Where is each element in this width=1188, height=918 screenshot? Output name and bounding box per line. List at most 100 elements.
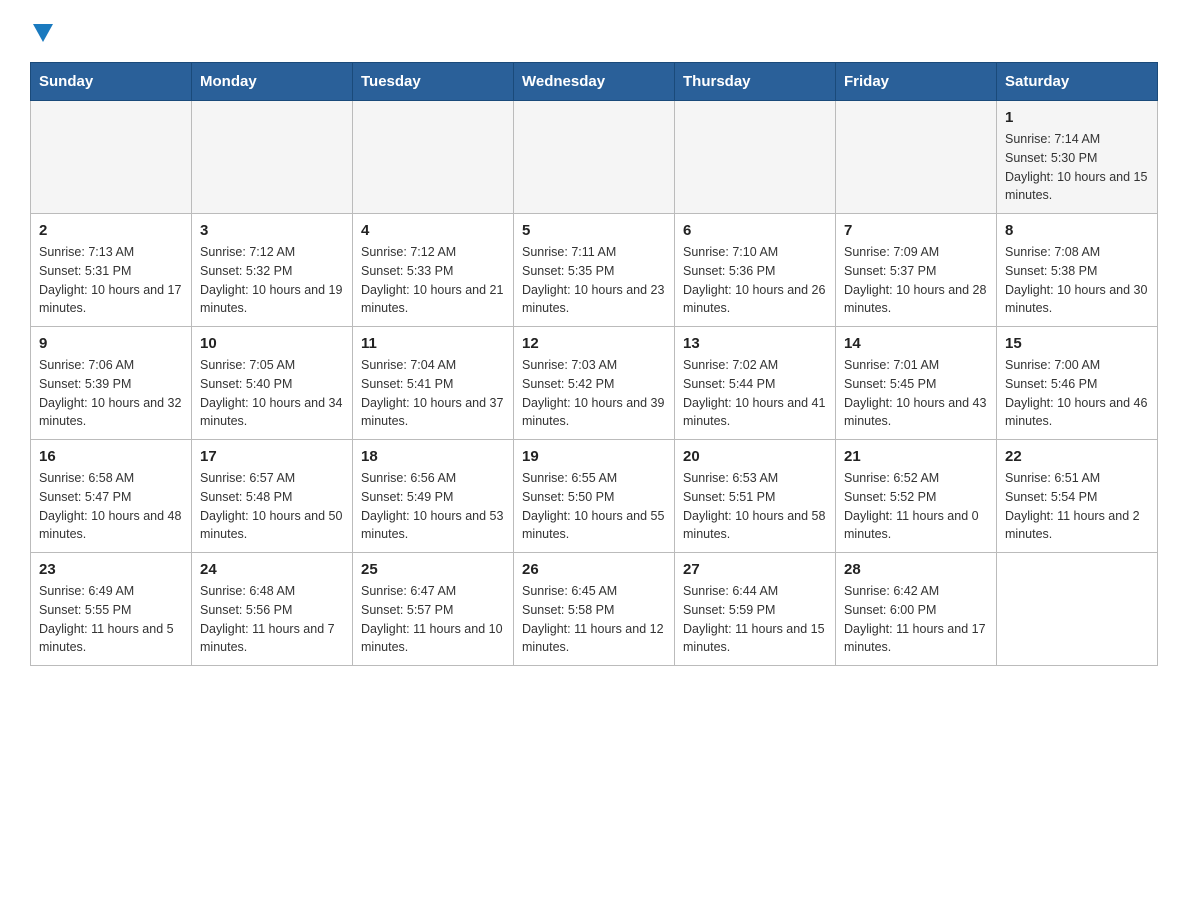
calendar-cell: 1 Sunrise: 7:14 AMSunset: 5:30 PMDaylight…	[997, 101, 1158, 214]
week-row-4: 16 Sunrise: 6:58 AMSunset: 5:47 PMDayligh…	[31, 440, 1158, 553]
day-number: 20	[683, 448, 827, 465]
day-info: Sunrise: 6:44 AMSunset: 5:59 PMDaylight:…	[683, 582, 827, 657]
day-number: 18	[361, 448, 505, 465]
calendar-cell	[675, 101, 836, 214]
weekday-header-sunday: Sunday	[31, 63, 192, 101]
day-number: 22	[1005, 448, 1149, 465]
day-info: Sunrise: 7:09 AMSunset: 5:37 PMDaylight:…	[844, 243, 988, 318]
day-info: Sunrise: 6:55 AMSunset: 5:50 PMDaylight:…	[522, 469, 666, 544]
day-info: Sunrise: 7:08 AMSunset: 5:38 PMDaylight:…	[1005, 243, 1149, 318]
calendar-cell: 13 Sunrise: 7:02 AMSunset: 5:44 PMDayligh…	[675, 327, 836, 440]
calendar-cell: 18 Sunrise: 6:56 AMSunset: 5:49 PMDayligh…	[353, 440, 514, 553]
calendar-cell: 24 Sunrise: 6:48 AMSunset: 5:56 PMDayligh…	[192, 553, 353, 666]
day-number: 17	[200, 448, 344, 465]
day-info: Sunrise: 7:00 AMSunset: 5:46 PMDaylight:…	[1005, 356, 1149, 431]
calendar-cell: 21 Sunrise: 6:52 AMSunset: 5:52 PMDayligh…	[836, 440, 997, 553]
day-info: Sunrise: 7:02 AMSunset: 5:44 PMDaylight:…	[683, 356, 827, 431]
calendar-cell	[997, 553, 1158, 666]
day-number: 7	[844, 222, 988, 239]
day-info: Sunrise: 6:47 AMSunset: 5:57 PMDaylight:…	[361, 582, 505, 657]
day-info: Sunrise: 7:04 AMSunset: 5:41 PMDaylight:…	[361, 356, 505, 431]
day-info: Sunrise: 6:57 AMSunset: 5:48 PMDaylight:…	[200, 469, 344, 544]
day-number: 5	[522, 222, 666, 239]
day-info: Sunrise: 7:14 AMSunset: 5:30 PMDaylight:…	[1005, 130, 1149, 205]
day-number: 10	[200, 335, 344, 352]
day-info: Sunrise: 7:03 AMSunset: 5:42 PMDaylight:…	[522, 356, 666, 431]
calendar-cell: 8 Sunrise: 7:08 AMSunset: 5:38 PMDaylight…	[997, 214, 1158, 327]
day-number: 3	[200, 222, 344, 239]
week-row-5: 23 Sunrise: 6:49 AMSunset: 5:55 PMDayligh…	[31, 553, 1158, 666]
day-info: Sunrise: 6:45 AMSunset: 5:58 PMDaylight:…	[522, 582, 666, 657]
day-number: 15	[1005, 335, 1149, 352]
calendar-cell: 20 Sunrise: 6:53 AMSunset: 5:51 PMDayligh…	[675, 440, 836, 553]
day-info: Sunrise: 7:01 AMSunset: 5:45 PMDaylight:…	[844, 356, 988, 431]
calendar-cell	[192, 101, 353, 214]
day-number: 13	[683, 335, 827, 352]
day-number: 24	[200, 561, 344, 578]
week-row-2: 2 Sunrise: 7:13 AMSunset: 5:31 PMDaylight…	[31, 214, 1158, 327]
calendar-cell: 28 Sunrise: 6:42 AMSunset: 6:00 PMDayligh…	[836, 553, 997, 666]
logo-triangle-icon	[33, 24, 53, 42]
weekday-header-row: SundayMondayTuesdayWednesdayThursdayFrid…	[31, 63, 1158, 101]
weekday-header-wednesday: Wednesday	[514, 63, 675, 101]
calendar-cell: 17 Sunrise: 6:57 AMSunset: 5:48 PMDayligh…	[192, 440, 353, 553]
day-info: Sunrise: 6:52 AMSunset: 5:52 PMDaylight:…	[844, 469, 988, 544]
calendar-cell: 19 Sunrise: 6:55 AMSunset: 5:50 PMDayligh…	[514, 440, 675, 553]
week-row-3: 9 Sunrise: 7:06 AMSunset: 5:39 PMDaylight…	[31, 327, 1158, 440]
calendar-cell: 14Sunrise: 7:01 AMSunset: 5:45 PMDayligh…	[836, 327, 997, 440]
day-number: 25	[361, 561, 505, 578]
calendar-cell: 15 Sunrise: 7:00 AMSunset: 5:46 PMDayligh…	[997, 327, 1158, 440]
day-info: Sunrise: 7:12 AMSunset: 5:32 PMDaylight:…	[200, 243, 344, 318]
weekday-header-thursday: Thursday	[675, 63, 836, 101]
calendar-cell: 12 Sunrise: 7:03 AMSunset: 5:42 PMDayligh…	[514, 327, 675, 440]
calendar-cell: 7 Sunrise: 7:09 AMSunset: 5:37 PMDaylight…	[836, 214, 997, 327]
calendar-cell: 23 Sunrise: 6:49 AMSunset: 5:55 PMDayligh…	[31, 553, 192, 666]
calendar-cell: 9 Sunrise: 7:06 AMSunset: 5:39 PMDaylight…	[31, 327, 192, 440]
day-info: Sunrise: 6:58 AMSunset: 5:47 PMDaylight:…	[39, 469, 183, 544]
day-number: 1	[1005, 109, 1149, 126]
day-info: Sunrise: 6:51 AMSunset: 5:54 PMDaylight:…	[1005, 469, 1149, 544]
day-number: 16	[39, 448, 183, 465]
calendar-cell: 27 Sunrise: 6:44 AMSunset: 5:59 PMDayligh…	[675, 553, 836, 666]
day-number: 2	[39, 222, 183, 239]
calendar-cell: 11 Sunrise: 7:04 AMSunset: 5:41 PMDayligh…	[353, 327, 514, 440]
day-number: 4	[361, 222, 505, 239]
calendar-cell: 4Sunrise: 7:12 AMSunset: 5:33 PMDaylight…	[353, 214, 514, 327]
calendar-cell: 26 Sunrise: 6:45 AMSunset: 5:58 PMDayligh…	[514, 553, 675, 666]
weekday-header-saturday: Saturday	[997, 63, 1158, 101]
calendar-table: SundayMondayTuesdayWednesdayThursdayFrid…	[30, 62, 1158, 666]
day-number: 23	[39, 561, 183, 578]
day-info: Sunrise: 6:48 AMSunset: 5:56 PMDaylight:…	[200, 582, 344, 657]
calendar-cell	[353, 101, 514, 214]
day-number: 27	[683, 561, 827, 578]
day-info: Sunrise: 7:13 AMSunset: 5:31 PMDaylight:…	[39, 243, 183, 318]
calendar-cell: 25 Sunrise: 6:47 AMSunset: 5:57 PMDayligh…	[353, 553, 514, 666]
day-info: Sunrise: 6:53 AMSunset: 5:51 PMDaylight:…	[683, 469, 827, 544]
day-number: 26	[522, 561, 666, 578]
page-header	[30, 20, 1158, 42]
calendar-cell: 3 Sunrise: 7:12 AMSunset: 5:32 PMDaylight…	[192, 214, 353, 327]
calendar-cell: 16 Sunrise: 6:58 AMSunset: 5:47 PMDayligh…	[31, 440, 192, 553]
day-number: 12	[522, 335, 666, 352]
day-info: Sunrise: 7:05 AMSunset: 5:40 PMDaylight:…	[200, 356, 344, 431]
day-info: Sunrise: 7:06 AMSunset: 5:39 PMDaylight:…	[39, 356, 183, 431]
calendar-cell	[836, 101, 997, 214]
day-number: 6	[683, 222, 827, 239]
weekday-header-monday: Monday	[192, 63, 353, 101]
calendar-cell: 10 Sunrise: 7:05 AMSunset: 5:40 PMDayligh…	[192, 327, 353, 440]
calendar-cell: 22 Sunrise: 6:51 AMSunset: 5:54 PMDayligh…	[997, 440, 1158, 553]
day-info: Sunrise: 6:56 AMSunset: 5:49 PMDaylight:…	[361, 469, 505, 544]
day-number: 28	[844, 561, 988, 578]
day-info: Sunrise: 7:10 AMSunset: 5:36 PMDaylight:…	[683, 243, 827, 318]
calendar-cell	[514, 101, 675, 214]
day-number: 8	[1005, 222, 1149, 239]
day-number: 11	[361, 335, 505, 352]
weekday-header-tuesday: Tuesday	[353, 63, 514, 101]
calendar-cell: 6 Sunrise: 7:10 AMSunset: 5:36 PMDaylight…	[675, 214, 836, 327]
day-info: Sunrise: 6:49 AMSunset: 5:55 PMDaylight:…	[39, 582, 183, 657]
day-number: 19	[522, 448, 666, 465]
day-number: 21	[844, 448, 988, 465]
day-info: Sunrise: 6:42 AMSunset: 6:00 PMDaylight:…	[844, 582, 988, 657]
day-number: 9	[39, 335, 183, 352]
day-info: Sunrise: 7:11 AMSunset: 5:35 PMDaylight:…	[522, 243, 666, 318]
